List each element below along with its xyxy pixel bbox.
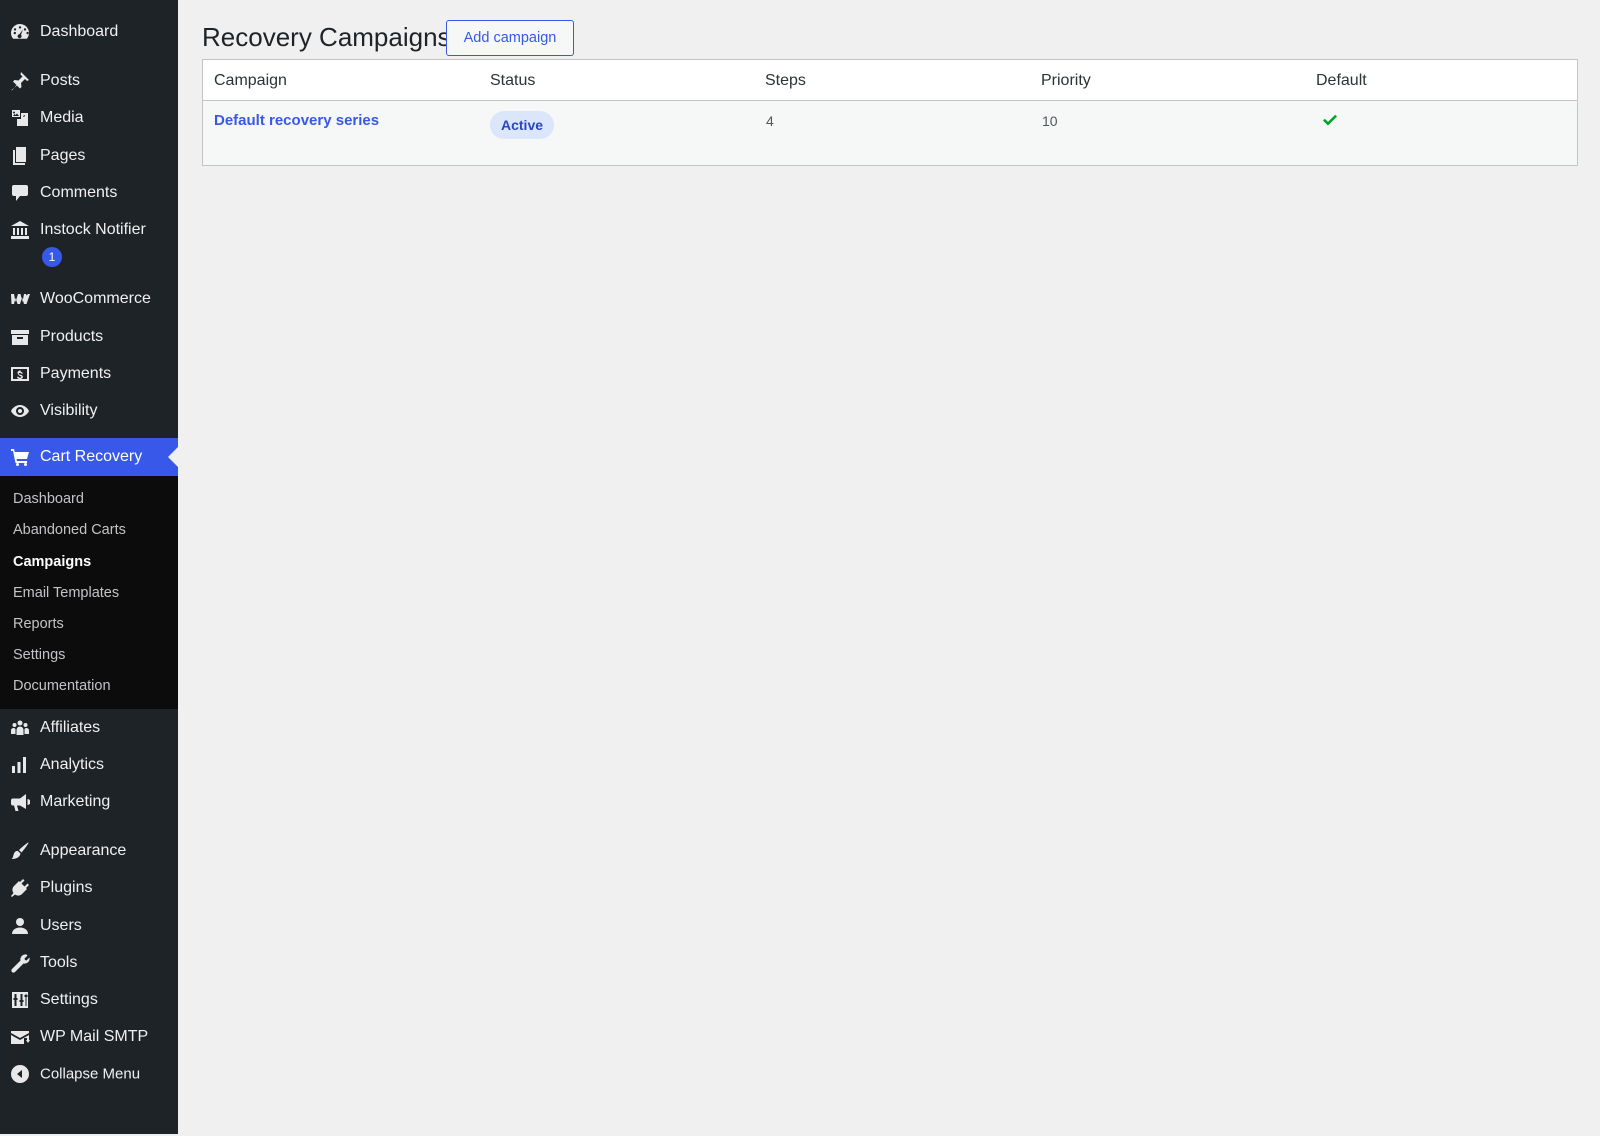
menu-payments[interactable]: Payments <box>0 355 178 393</box>
add-campaign-button[interactable]: Add campaign <box>446 20 574 56</box>
column-header-default[interactable]: Default <box>1316 60 1367 101</box>
menu-cart-recovery[interactable]: Cart Recovery <box>0 438 178 476</box>
cart-icon <box>9 446 31 468</box>
cart-recovery-submenu: Dashboard Abandoned Carts Campaigns Emai… <box>0 476 178 709</box>
priority-value: 10 <box>1042 113 1058 129</box>
woocommerce-icon <box>9 288 31 310</box>
column-header-steps[interactable]: Steps <box>765 60 806 101</box>
menu-media[interactable]: Media <box>0 99 178 137</box>
menu-affiliates[interactable]: Affiliates <box>0 709 178 747</box>
main-content: Recovery Campaigns Add campaign Campaign… <box>178 0 1600 1136</box>
menu-settings[interactable]: Settings <box>0 981 178 1019</box>
megaphone-icon <box>9 791 31 813</box>
collapse-menu-button[interactable]: Collapse Menu <box>0 1055 178 1093</box>
submenu-reports[interactable]: Reports <box>13 616 64 632</box>
menu-tools[interactable]: Tools <box>0 944 178 982</box>
paintbrush-icon <box>9 840 31 862</box>
groups-icon <box>9 717 31 739</box>
menu-marketing[interactable]: Marketing <box>0 783 178 821</box>
menu-plugins[interactable]: Plugins <box>0 869 178 907</box>
comment-icon <box>9 182 31 204</box>
current-indicator <box>168 447 178 467</box>
menu-pages[interactable]: Pages <box>0 137 178 175</box>
page-title: Recovery Campaigns <box>202 22 451 52</box>
status-badge: Active <box>490 111 555 139</box>
column-header-status[interactable]: Status <box>490 60 535 101</box>
bank-icon <box>9 219 31 241</box>
dollar-icon <box>9 363 31 385</box>
column-header-campaign[interactable]: Campaign <box>214 60 287 101</box>
admin-sidebar: Dashboard Posts Media Pages Comments Ins… <box>0 0 178 1134</box>
eye-icon <box>9 400 31 422</box>
submenu-email-templates[interactable]: Email Templates <box>13 585 119 601</box>
settings-icon <box>9 989 31 1011</box>
menu-appearance[interactable]: Appearance <box>0 832 178 870</box>
menu-wp-mail-smtp[interactable]: WP Mail SMTP <box>0 1018 178 1056</box>
checkmark-icon <box>1322 112 1338 128</box>
menu-analytics[interactable]: Analytics <box>0 746 178 784</box>
campaigns-table: Campaign Status Steps Priority Default D… <box>202 59 1578 166</box>
menu-comments[interactable]: Comments <box>0 174 178 212</box>
menu-visibility[interactable]: Visibility <box>0 392 178 430</box>
dashboard-icon <box>9 21 31 43</box>
column-header-priority[interactable]: Priority <box>1041 60 1091 101</box>
wrench-icon <box>9 952 31 974</box>
menu-instock-notifier[interactable]: Instock Notifier <box>0 211 178 249</box>
plugin-icon <box>9 877 31 899</box>
submenu-dashboard[interactable]: Dashboard <box>13 491 84 507</box>
menu-users[interactable]: Users <box>0 907 178 945</box>
user-icon <box>9 915 31 937</box>
submenu-abandoned-carts[interactable]: Abandoned Carts <box>13 522 126 538</box>
chart-bar-icon <box>9 754 31 776</box>
submenu-settings[interactable]: Settings <box>13 647 65 663</box>
mail-icon <box>9 1026 31 1048</box>
steps-value: 4 <box>766 113 774 129</box>
submenu-campaigns[interactable]: Campaigns <box>13 554 91 570</box>
archive-icon <box>9 326 31 348</box>
menu-dashboard[interactable]: Dashboard <box>0 13 178 51</box>
pages-icon <box>9 145 31 167</box>
table-header: Campaign Status Steps Priority Default <box>203 60 1577 101</box>
menu-products[interactable]: Products <box>0 318 178 356</box>
menu-woocommerce[interactable]: WooCommerce <box>0 280 178 318</box>
pin-icon <box>9 70 31 92</box>
campaign-name-link[interactable]: Default recovery series <box>214 112 379 129</box>
menu-posts[interactable]: Posts <box>0 62 178 100</box>
table-row: Default recovery series Active 4 10 <box>203 101 1577 165</box>
collapse-icon <box>9 1063 31 1085</box>
submenu-documentation[interactable]: Documentation <box>13 678 111 694</box>
notification-badge: 1 <box>42 247 62 267</box>
media-icon <box>9 107 31 129</box>
